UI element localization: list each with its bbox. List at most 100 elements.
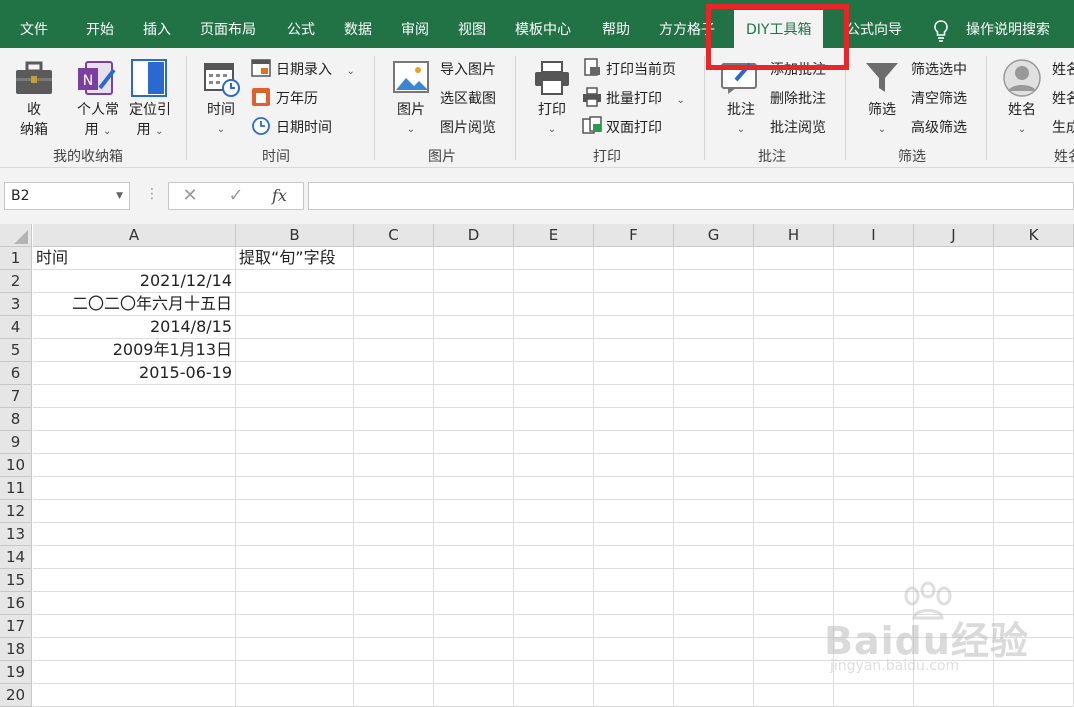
add-comment-button[interactable]: 添加批注	[770, 59, 826, 79]
cell-i20[interactable]	[834, 684, 914, 707]
tab-formulas[interactable]: 公式	[287, 0, 315, 48]
cell-c16[interactable]	[354, 592, 434, 615]
row-header-13[interactable]: 13	[0, 523, 32, 546]
tab-template-center[interactable]: 模板中心	[515, 0, 571, 48]
cell-k18[interactable]	[994, 638, 1074, 661]
cell-j9[interactable]	[914, 431, 994, 454]
cell-g8[interactable]	[674, 408, 754, 431]
cell-i7[interactable]	[834, 385, 914, 408]
cell-h12[interactable]	[754, 500, 834, 523]
cell-a6[interactable]: 2015-06-19	[33, 362, 236, 385]
cell-j3[interactable]	[914, 293, 994, 316]
perpetual-calendar-button[interactable]: 万年历	[276, 88, 318, 108]
cell-b13[interactable]	[236, 523, 354, 546]
cell-d1[interactable]	[434, 247, 514, 270]
cell-h10[interactable]	[754, 454, 834, 477]
cell-b19[interactable]	[236, 661, 354, 684]
cell-j7[interactable]	[914, 385, 994, 408]
row-header-4[interactable]: 4	[0, 316, 32, 339]
cell-b11[interactable]	[236, 477, 354, 500]
cell-f20[interactable]	[594, 684, 674, 707]
cell-k15[interactable]	[994, 569, 1074, 592]
picture-browse-button[interactable]: 图片阅览	[440, 117, 496, 137]
cell-f3[interactable]	[594, 293, 674, 316]
clear-filter-button[interactable]: 清空筛选	[911, 88, 967, 108]
column-header-d[interactable]: D	[434, 224, 514, 247]
cell-k5[interactable]	[994, 339, 1074, 362]
name-box[interactable]: B2 ▼	[4, 182, 130, 210]
cell-j17[interactable]	[914, 615, 994, 638]
cell-k19[interactable]	[994, 661, 1074, 684]
cell-i12[interactable]	[834, 500, 914, 523]
cell-h9[interactable]	[754, 431, 834, 454]
comment-button[interactable]: 批注 ⌄	[720, 100, 762, 140]
cell-g7[interactable]	[674, 385, 754, 408]
cell-a4[interactable]: 2014/8/15	[33, 316, 236, 339]
cell-j14[interactable]	[914, 546, 994, 569]
tab-help[interactable]: 帮助	[602, 0, 630, 48]
cell-j10[interactable]	[914, 454, 994, 477]
tell-me-search[interactable]: 操作说明搜索	[966, 0, 1050, 48]
cell-a2[interactable]: 2021/12/14	[33, 270, 236, 293]
cell-a15[interactable]	[33, 569, 236, 592]
cell-k14[interactable]	[994, 546, 1074, 569]
cell-e20[interactable]	[514, 684, 594, 707]
cell-j13[interactable]	[914, 523, 994, 546]
cell-f2[interactable]	[594, 270, 674, 293]
cell-h19[interactable]	[754, 661, 834, 684]
cell-g20[interactable]	[674, 684, 754, 707]
cell-d3[interactable]	[434, 293, 514, 316]
cell-g18[interactable]	[674, 638, 754, 661]
cell-i15[interactable]	[834, 569, 914, 592]
cell-b4[interactable]	[236, 316, 354, 339]
cell-f10[interactable]	[594, 454, 674, 477]
cell-e19[interactable]	[514, 661, 594, 684]
cell-i1[interactable]	[834, 247, 914, 270]
cell-f18[interactable]	[594, 638, 674, 661]
cell-g19[interactable]	[674, 661, 754, 684]
cell-h15[interactable]	[754, 569, 834, 592]
comment-browse-button[interactable]: 批注阅览	[770, 117, 826, 137]
cell-e2[interactable]	[514, 270, 594, 293]
row-header-3[interactable]: 3	[0, 293, 32, 316]
cell-g9[interactable]	[674, 431, 754, 454]
row-header-5[interactable]: 5	[0, 339, 32, 362]
cell-g12[interactable]	[674, 500, 754, 523]
column-header-e[interactable]: E	[514, 224, 594, 247]
tab-insert[interactable]: 插入	[143, 0, 171, 48]
cell-h14[interactable]	[754, 546, 834, 569]
tab-diy-toolbox[interactable]: DIY工具箱	[734, 10, 824, 48]
date-entry-button[interactable]: 日期录入 ⌄	[276, 59, 355, 79]
cell-a14[interactable]	[33, 546, 236, 569]
cell-g3[interactable]	[674, 293, 754, 316]
cell-f17[interactable]	[594, 615, 674, 638]
cell-f6[interactable]	[594, 362, 674, 385]
cell-f19[interactable]	[594, 661, 674, 684]
cell-c17[interactable]	[354, 615, 434, 638]
name-button[interactable]: 姓名 ⌄	[1000, 100, 1044, 140]
column-header-k[interactable]: K	[994, 224, 1074, 247]
row-header-15[interactable]: 15	[0, 569, 32, 592]
cell-e8[interactable]	[514, 408, 594, 431]
formula-input[interactable]	[308, 182, 1074, 210]
cell-a12[interactable]	[33, 500, 236, 523]
cell-g13[interactable]	[674, 523, 754, 546]
column-header-b[interactable]: B	[236, 224, 354, 247]
cell-c14[interactable]	[354, 546, 434, 569]
cell-c3[interactable]	[354, 293, 434, 316]
cell-d14[interactable]	[434, 546, 514, 569]
cell-d6[interactable]	[434, 362, 514, 385]
cell-i18[interactable]	[834, 638, 914, 661]
cell-g5[interactable]	[674, 339, 754, 362]
cell-d2[interactable]	[434, 270, 514, 293]
region-screenshot-button[interactable]: 选区截图	[440, 88, 496, 108]
cell-e12[interactable]	[514, 500, 594, 523]
column-header-g[interactable]: G	[674, 224, 754, 247]
cell-b15[interactable]	[236, 569, 354, 592]
tab-view[interactable]: 视图	[458, 0, 486, 48]
row-header-20[interactable]: 20	[0, 684, 32, 707]
cell-d9[interactable]	[434, 431, 514, 454]
chevron-down-icon[interactable]: ▼	[116, 183, 123, 209]
cell-h5[interactable]	[754, 339, 834, 362]
cell-k16[interactable]	[994, 592, 1074, 615]
